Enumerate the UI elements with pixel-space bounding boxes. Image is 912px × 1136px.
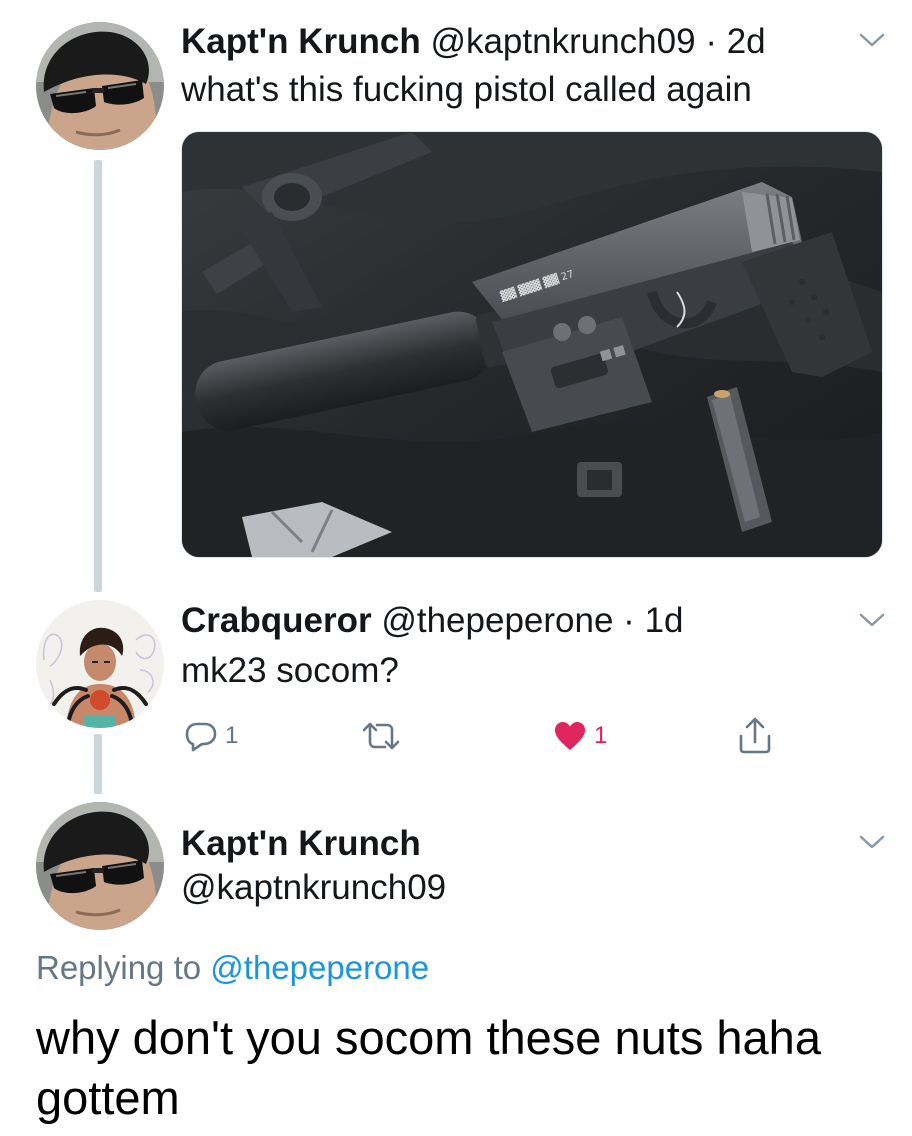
separator-dot: · xyxy=(623,601,635,640)
timestamp[interactable]: 1d xyxy=(645,601,684,640)
share-button[interactable] xyxy=(736,716,774,756)
display-name[interactable]: Kapt'n Krunch xyxy=(181,824,421,864)
chevron-down-icon[interactable] xyxy=(858,610,886,630)
reply-icon xyxy=(185,722,217,752)
avatar-kaptn-krunch-image xyxy=(36,802,164,930)
heart-filled-icon xyxy=(555,722,585,750)
retweet-icon xyxy=(362,722,400,750)
pistol-photo-image: ▓▓ ▓▓▓ ▓▓ 27 xyxy=(182,132,882,557)
chevron-down-icon[interactable] xyxy=(858,832,886,852)
avatar-kaptn-krunch-image xyxy=(36,22,164,150)
tweet-header: Crabqueror @thepeperone · 1d xyxy=(181,601,684,641)
replying-to-line: Replying to @thepeperone xyxy=(36,946,429,990)
avatar[interactable] xyxy=(36,22,164,150)
avatar[interactable] xyxy=(36,802,164,930)
reply-count: 1 xyxy=(225,722,239,749)
thread-line-top xyxy=(94,160,102,592)
tweet-text: what's this fucking pistol called again xyxy=(181,70,752,109)
tweet-media-image[interactable]: ▓▓ ▓▓▓ ▓▓ 27 xyxy=(181,131,883,558)
replying-to-label: Replying to xyxy=(36,949,202,986)
separator-dot: · xyxy=(705,22,717,61)
tweet-text: why don't you socom these nuts haha gott… xyxy=(36,1011,821,1124)
timestamp[interactable]: 2d xyxy=(727,22,766,61)
user-handle[interactable]: @kaptnkrunch09 xyxy=(181,868,446,908)
replying-to-mention-link[interactable]: @thepeperone xyxy=(210,949,429,986)
thread-line-middle xyxy=(94,734,102,794)
chevron-down-icon[interactable] xyxy=(858,30,886,50)
avatar-crabqueror-image xyxy=(36,600,164,728)
like-count: 1 xyxy=(594,722,608,749)
tweet-header: Kapt'n Krunch @kaptnkrunch09 · 2d xyxy=(181,22,766,62)
avatar[interactable] xyxy=(36,600,164,728)
user-handle[interactable]: @thepeperone xyxy=(381,601,613,640)
display-name[interactable]: Crabqueror xyxy=(181,601,372,640)
display-name[interactable]: Kapt'n Krunch xyxy=(181,22,421,61)
tweet-text: mk23 socom? xyxy=(181,651,399,690)
user-handle[interactable]: @kaptnkrunch09 xyxy=(430,22,695,61)
reply-button[interactable]: 1 xyxy=(183,718,238,754)
share-icon xyxy=(739,717,771,754)
retweet-button[interactable] xyxy=(360,718,408,754)
like-button[interactable]: 1 xyxy=(552,718,607,754)
